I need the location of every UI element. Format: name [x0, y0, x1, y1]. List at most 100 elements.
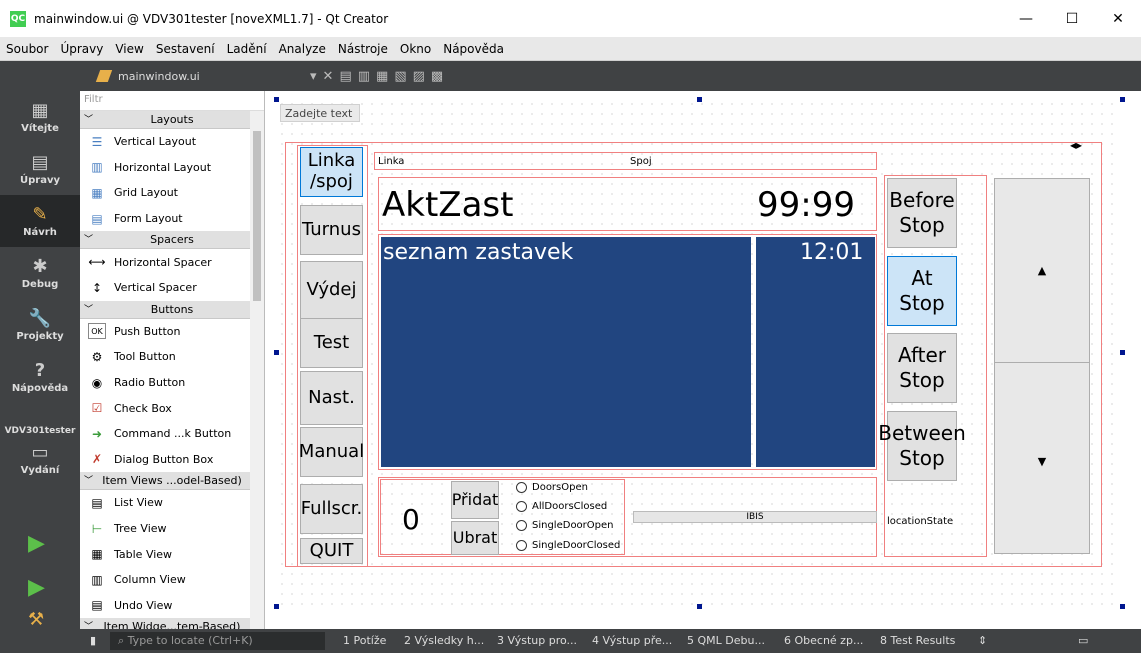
turnus-button[interactable]: Turnus — [300, 205, 363, 255]
widget-undo-view[interactable]: ▤ Undo View — [80, 593, 264, 619]
widget-tree-view[interactable]: ⊢ Tree View — [80, 516, 264, 542]
text-input-placeholder[interactable]: Zadejte text — [280, 104, 360, 122]
debug-run-icon[interactable]: ▶ — [28, 575, 52, 600]
after-stop-button[interactable]: After Stop — [887, 333, 957, 403]
layout-form-icon[interactable]: ▧ — [394, 69, 406, 84]
layout-vertical-icon[interactable]: ▥ — [358, 69, 370, 84]
kit-selector[interactable]: VDV301tester ▭ Vydání — [0, 421, 80, 481]
between-stop-button[interactable]: Between Stop — [878, 411, 966, 481]
locator-input[interactable]: ⌕ Type to locate (Ctrl+K) — [110, 632, 325, 650]
widget-vertical-spacer[interactable]: ↕ Vertical Spacer — [80, 275, 264, 301]
mode-help[interactable]: ? Nápověda — [0, 351, 80, 403]
widget-dialog-button-box[interactable]: ✗ Dialog Button Box — [80, 447, 264, 473]
document-icon: ▤ — [31, 152, 49, 173]
category-item-views[interactable]: ﹀ Item Views ...odel-Based) — [80, 472, 264, 491]
radio-single-door-open[interactable]: SingleDoorOpen — [516, 520, 614, 531]
selection-handle[interactable] — [274, 604, 279, 609]
layout-horizontal-icon[interactable]: ▤ — [339, 69, 351, 84]
widget-tool-button[interactable]: ⚙ Tool Button — [80, 344, 264, 370]
widget-push-button[interactable]: OK Push Button — [80, 319, 264, 345]
mode-edit[interactable]: ▤ Úpravy — [0, 143, 80, 195]
selection-handle[interactable] — [1120, 604, 1125, 609]
manual-button[interactable]: Manual — [299, 427, 364, 477]
pane-issues[interactable]: 1 Potíže — [343, 634, 386, 647]
selection-handle[interactable] — [697, 97, 702, 102]
widget-form-layout[interactable]: ▤ Form Layout — [80, 206, 264, 232]
minimize-button[interactable]: — — [1003, 0, 1049, 37]
at-stop-button[interactable]: At Stop — [887, 256, 957, 326]
scroll-down-button[interactable]: ▼ — [995, 369, 1089, 553]
widget-table-view[interactable]: ▦ Table View — [80, 541, 264, 567]
selection-handle[interactable] — [274, 350, 279, 355]
widget-horizontal-spacer[interactable]: ⟷ Horizontal Spacer — [80, 249, 264, 275]
pane-general-messages[interactable]: 6 Obecné zp... — [784, 634, 863, 647]
category-spacers[interactable]: ﹀ Spacers — [80, 231, 264, 250]
category-buttons[interactable]: ﹀ Buttons — [80, 300, 264, 319]
remove-button[interactable]: Ubrat — [451, 521, 499, 555]
selection-handle[interactable] — [1120, 350, 1125, 355]
selection-handle[interactable] — [697, 604, 702, 609]
editor-file-tab[interactable]: mainwindow.ui — [88, 61, 200, 91]
vydej-button[interactable]: Výdej — [300, 261, 363, 319]
pane-compile-output[interactable]: 4 Výstup pře... — [592, 634, 672, 647]
stop-list[interactable] — [381, 237, 751, 467]
widget-list-view[interactable]: ▤ List View — [80, 490, 264, 516]
widget-command-link-button[interactable]: ➜ Command ...k Button — [80, 421, 264, 447]
menu-soubor[interactable]: Soubor — [0, 42, 54, 56]
test-button[interactable]: Test — [300, 318, 363, 368]
menu-napoveda[interactable]: Nápověda — [437, 42, 510, 56]
quit-button[interactable]: QUIT — [300, 538, 363, 564]
radio-doors-open[interactable]: DoorsOpen — [516, 482, 588, 493]
mode-welcome[interactable]: ▦ Vítejte — [0, 91, 80, 143]
radio-all-doors-closed[interactable]: AllDoorsClosed — [516, 501, 607, 512]
output-toggle-icon[interactable]: ▭ — [1078, 634, 1088, 647]
before-stop-button[interactable]: Before Stop — [887, 178, 957, 248]
menu-sestaveni[interactable]: Sestavení — [150, 42, 221, 56]
close-button[interactable]: ✕ — [1095, 0, 1141, 37]
stop-time-list[interactable] — [756, 237, 875, 467]
break-layout-icon[interactable]: ▨ — [413, 69, 425, 84]
mode-debug[interactable]: ✱ Debug — [0, 247, 80, 299]
radio-single-door-closed[interactable]: SingleDoorClosed — [516, 540, 620, 551]
close-document-icon[interactable]: ✕ — [323, 69, 334, 84]
scrollbar-thumb[interactable] — [253, 131, 261, 301]
widget-radio-button[interactable]: ◉ Radio Button — [80, 370, 264, 396]
list-view-icon: ▤ — [91, 495, 103, 510]
widget-vertical-layout[interactable]: ☰ Vertical Layout — [80, 129, 264, 155]
menu-view[interactable]: View — [109, 42, 149, 56]
widget-filter-input[interactable]: Filtr — [80, 91, 264, 111]
linka-spoj-button[interactable]: Linka /spoj — [300, 147, 363, 197]
category-layouts[interactable]: ﹀ Layouts — [80, 111, 264, 129]
maximize-button[interactable]: ☐ — [1049, 0, 1095, 37]
menu-okno[interactable]: Okno — [394, 42, 437, 56]
menu-analyze[interactable]: Analyze — [273, 42, 332, 56]
widget-grid-layout[interactable]: ▦ Grid Layout — [80, 180, 264, 206]
mode-projects[interactable]: 🔧 Projekty — [0, 299, 80, 351]
widget-column-view[interactable]: ▥ Column View — [80, 567, 264, 593]
pane-qml-debugger[interactable]: 5 QML Debu... — [687, 634, 765, 647]
run-icon[interactable]: ▶ — [28, 531, 52, 556]
pane-app-output[interactable]: 3 Výstup pro... — [497, 634, 577, 647]
scroll-up-button[interactable]: ▲ — [995, 179, 1089, 363]
menu-nastroje[interactable]: Nástroje — [332, 42, 394, 56]
menu-upravy[interactable]: Úpravy — [54, 42, 109, 56]
selection-handle[interactable] — [274, 97, 279, 102]
adjust-size-icon[interactable]: ▩ — [431, 69, 443, 84]
nast-button[interactable]: Nast. — [300, 371, 363, 425]
fullscreen-button[interactable]: Fullscr. — [300, 484, 363, 534]
dropdown-icon[interactable]: ▾ — [310, 69, 317, 84]
add-button[interactable]: Přidat — [451, 481, 499, 519]
layout-grid-icon[interactable]: ▦ — [376, 69, 388, 84]
linka-spoj-frame — [374, 152, 877, 170]
sidebar-toggle-icon[interactable]: ▮ — [90, 634, 96, 647]
widget-check-box[interactable]: ☑ Check Box — [80, 395, 264, 421]
mode-design[interactable]: ✎ Návrh — [0, 195, 80, 247]
pane-search-results[interactable]: 2 Výsledky h... — [404, 634, 484, 647]
widget-box-scrollbar[interactable] — [250, 111, 264, 629]
category-item-widgets[interactable]: ﹀ Item Widge...tem-Based) — [80, 618, 264, 629]
selection-handle[interactable] — [1120, 97, 1125, 102]
panes-menu-icon[interactable]: ⇕ — [978, 634, 987, 647]
pane-test-results[interactable]: 8 Test Results — [880, 634, 955, 647]
widget-horizontal-layout[interactable]: ▥ Horizontal Layout — [80, 155, 264, 181]
menu-ladeni[interactable]: Ladění — [221, 42, 273, 56]
